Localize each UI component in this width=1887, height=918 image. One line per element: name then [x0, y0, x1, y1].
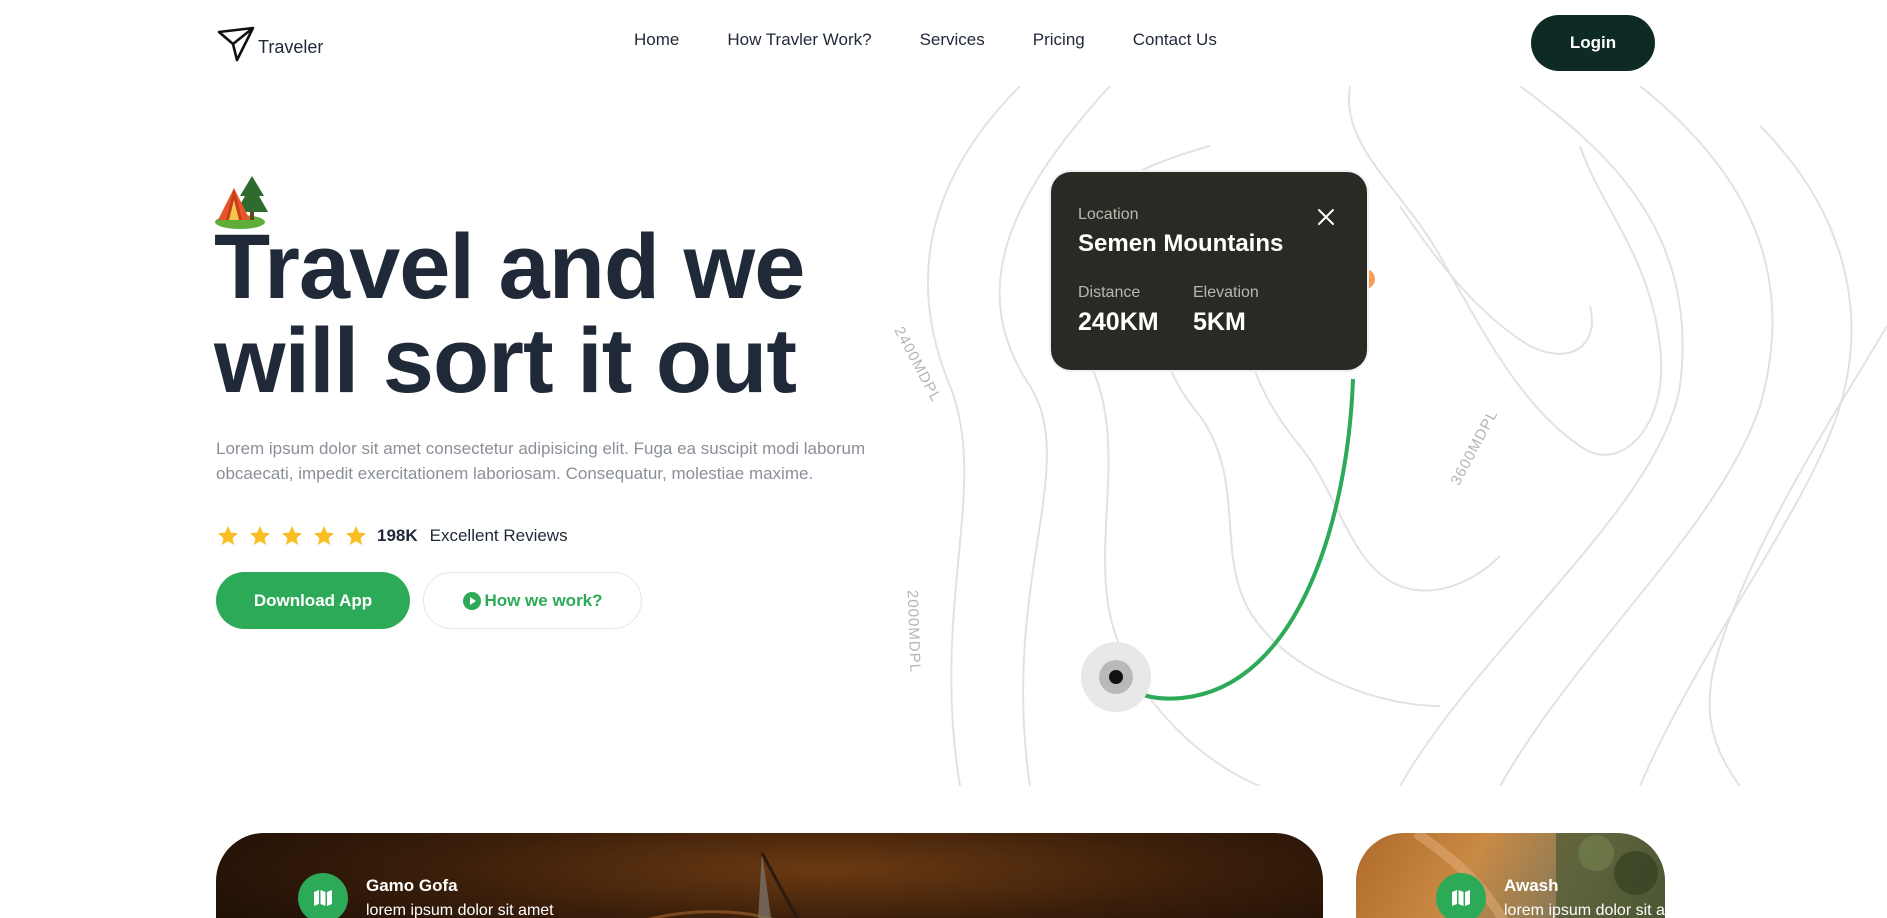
- location-label: Location: [1078, 206, 1139, 223]
- destination-subtitle: lorem ipsum dolor sit amet: [366, 902, 554, 918]
- map-icon-circle: [1436, 873, 1486, 918]
- hero-headline-line1: Travel and we: [214, 216, 805, 318]
- close-icon[interactable]: [1316, 207, 1336, 227]
- star-icon: [314, 526, 334, 545]
- map-icon-circle: [298, 873, 348, 918]
- paper-plane-icon: [217, 26, 255, 62]
- location-card: Location Semen Mountains Distance 240KM …: [1051, 172, 1367, 370]
- elevation-value: 5KM: [1193, 308, 1246, 336]
- contour-lines: [926, 85, 1887, 787]
- play-icon: [463, 591, 482, 610]
- map-icon: [1452, 890, 1470, 906]
- reviews-rating: 198K Excellent Reviews: [216, 524, 568, 548]
- elevation-label: Elevation: [1193, 284, 1259, 301]
- download-app-button[interactable]: Download App: [216, 572, 410, 629]
- star-icon: [346, 526, 366, 545]
- destination-subtitle: lorem ipsum dolor sit amet: [1504, 902, 1665, 918]
- top-navbar: Traveler Home How Travler Work? Services…: [0, 0, 1887, 86]
- destination-card-gamo-gofa[interactable]: Gamo Gofa lorem ipsum dolor sit amet: [216, 833, 1323, 918]
- logo[interactable]: Traveler: [216, 26, 323, 62]
- logo-text: Traveler: [258, 37, 324, 57]
- nav-link-contact[interactable]: Contact Us: [1133, 30, 1217, 50]
- contour-label: 2000MDPL: [903, 589, 924, 674]
- star-icon: [282, 526, 302, 545]
- distance-value: 240KM: [1078, 308, 1159, 336]
- map-icon: [314, 890, 332, 906]
- hero-headline: Travel and we will sort it out: [214, 220, 914, 408]
- hero-description: Lorem ipsum dolor sit amet consectetur a…: [216, 439, 866, 483]
- how-we-work-button[interactable]: How we work?: [423, 572, 642, 629]
- star-icon: [218, 526, 238, 545]
- destination-card-awash[interactable]: Awash lorem ipsum dolor sit amet: [1356, 833, 1665, 918]
- star-icon: [250, 526, 270, 545]
- main-menu: Home How Travler Work? Services Pricing …: [634, 30, 1217, 50]
- distance-label: Distance: [1078, 284, 1141, 301]
- review-count: 198K: [377, 526, 418, 545]
- contour-map: 2400MDPL 3600MDPL 2000MDPL: [880, 85, 1887, 787]
- location-value: Semen Mountains: [1078, 230, 1284, 257]
- star-rating: [216, 524, 368, 548]
- destination-title: Awash: [1504, 876, 1559, 895]
- nav-link-how-it-works[interactable]: How Travler Work?: [727, 30, 871, 50]
- nav-link-home[interactable]: Home: [634, 30, 679, 50]
- review-label: Excellent Reviews: [429, 526, 568, 545]
- nav-link-pricing[interactable]: Pricing: [1033, 30, 1085, 50]
- how-we-work-label: How we work?: [484, 590, 603, 610]
- nav-link-services[interactable]: Services: [920, 30, 985, 50]
- hero-headline-line2: will sort it out: [214, 310, 797, 412]
- destination-title: Gamo Gofa: [366, 876, 458, 895]
- login-button[interactable]: Login: [1531, 15, 1655, 71]
